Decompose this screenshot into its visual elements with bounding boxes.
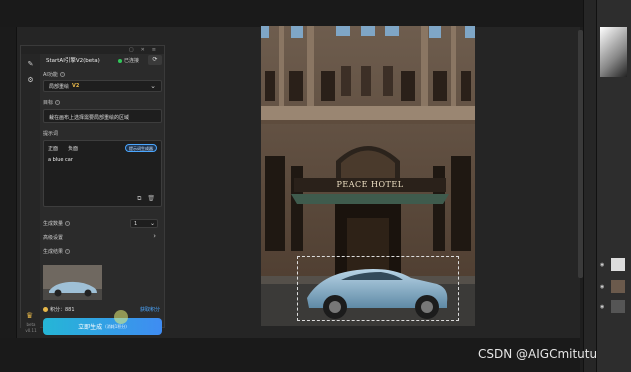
layer-thumbnail[interactable] [611, 258, 625, 271]
prompt-input[interactable]: a blue car [48, 157, 73, 163]
generate-button[interactable]: 立即生成 (消耗1积分) [43, 318, 162, 335]
prompt-generator-button[interactable]: 提示词生成器 [125, 144, 157, 152]
target-field[interactable]: 裁在画布上选择需要局部重绘的区域 [43, 109, 162, 123]
layer-thumbnail[interactable] [611, 280, 625, 293]
photoshop-top-bar [0, 0, 631, 27]
count-label: 生成数量 i [43, 220, 71, 227]
eye-icon[interactable]: ◉ [600, 262, 604, 268]
tools-panel[interactable] [0, 27, 17, 372]
count-select[interactable]: 1 ⌄ [130, 219, 158, 228]
panel-content: StartAI引擎V2(beta) 已连接 ⟳ AI功能 i 局部重绘 V2 ⌄ … [41, 54, 165, 335]
plugin-title: StartAI引擎V2(beta) [46, 58, 100, 64]
points-text: 积分：881 [50, 307, 75, 313]
beta-label: beta [26, 322, 36, 327]
connection-status: 已连接 [117, 57, 139, 64]
cursor-highlight [114, 310, 128, 324]
plugin-titlebar: StartAI引擎V2(beta) 已连接 ⟳ [41, 54, 165, 66]
eye-icon[interactable]: ◉ [600, 304, 604, 310]
gear-icon[interactable]: ⚙ [26, 76, 35, 85]
hotel-sign-text: PEACE HOTEL [336, 180, 404, 189]
result-thumbnail[interactable] [43, 265, 102, 300]
chevron-right-icon: › [153, 232, 156, 240]
get-points-link[interactable]: 获取积分 [140, 306, 160, 313]
target-text: 裁在画布上选择需要局部重绘的区域 [49, 115, 130, 121]
info-icon: i [59, 72, 65, 77]
generate-label: 立即生成 [78, 324, 103, 331]
status-text: 已连接 [123, 58, 139, 64]
advanced-settings-row[interactable]: 高级设置 › [43, 232, 162, 243]
tab-negative[interactable]: 负面 [68, 145, 78, 152]
expand-icon[interactable]: ▢ [129, 46, 134, 54]
refresh-button[interactable]: ⟳ [148, 55, 162, 65]
points-display: 积分：881 [43, 306, 75, 313]
count-value: 1 [134, 221, 138, 227]
eye-icon[interactable]: ◉ [600, 284, 604, 290]
startai-plugin-panel: ▢ ✕ ≡ ✎ ⚙ ♛ beta v0.11 StartAI引擎V2(beta)… [20, 45, 165, 335]
prompt-box: 正面 负面 提示词生成器 a blue car ⧉ 🗑 [43, 140, 162, 207]
image-icon[interactable]: ⧉ [137, 195, 141, 203]
selection-marquee[interactable] [297, 256, 459, 321]
ai-function-value: 局部重绘 [49, 83, 70, 90]
panel-sidebar: ✎ ⚙ ♛ beta v0.11 [21, 54, 40, 333]
panel-window-controls: ▢ ✕ ≡ [21, 46, 164, 54]
target-label: 目标 i [43, 99, 61, 106]
menu-icon[interactable]: ≡ [152, 46, 156, 54]
version-label: v0.11 [25, 328, 37, 333]
ai-function-select[interactable]: 局部重绘 V2 ⌄ [43, 80, 162, 92]
brush-icon[interactable]: ✎ [26, 60, 35, 69]
color-picker[interactable] [600, 27, 627, 77]
status-dot-icon [117, 58, 122, 63]
result-label: 生成结果 i [43, 248, 71, 255]
layer-thumbnail[interactable] [611, 300, 625, 313]
prompt-actions: ⧉ 🗑 [137, 195, 155, 203]
count-row: 生成数量 i 1 ⌄ [43, 218, 162, 229]
ai-function-label: AI功能 i [43, 71, 65, 78]
info-icon: i [65, 249, 71, 254]
version-badge: V2 [72, 83, 80, 89]
info-icon: i [65, 221, 71, 226]
prompt-tabs: 正面 负面 [48, 145, 78, 152]
prompt-generator-label: 提示词生成器 [129, 146, 153, 151]
chevron-down-icon: ⌄ [149, 220, 155, 227]
result-image [43, 265, 102, 300]
watermark-text: CSDN @AIGCmitutu [478, 347, 598, 361]
info-icon: i [55, 100, 61, 105]
coin-icon [43, 307, 48, 312]
chevron-down-icon: ⌄ [150, 82, 156, 90]
close-icon[interactable]: ✕ [141, 46, 145, 54]
crown-icon[interactable]: ♛ [26, 311, 33, 320]
prompt-label: 提示词 [43, 131, 59, 137]
tab-positive[interactable]: 正面 [48, 145, 58, 152]
advanced-label: 高级设置 [43, 235, 64, 241]
trash-icon[interactable]: 🗑 [147, 195, 155, 203]
right-toolbar[interactable] [583, 0, 596, 372]
generate-cost: (消耗1积分) [105, 323, 127, 329]
